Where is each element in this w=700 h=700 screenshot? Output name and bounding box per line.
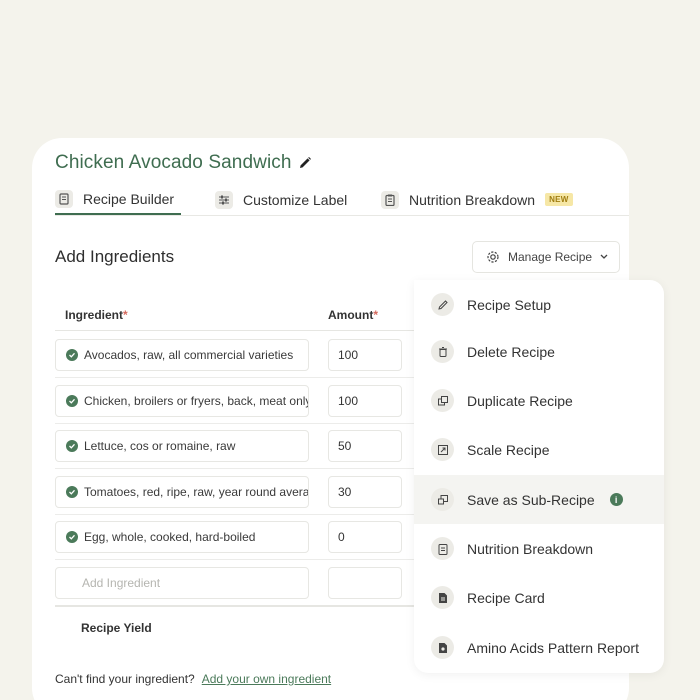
table-header: Ingredient* Amount* <box>55 301 435 331</box>
duplicate-icon <box>431 389 454 412</box>
clipboard-icon <box>381 190 399 209</box>
tab-label: Customize Label <box>243 191 348 208</box>
clipboard-icon <box>431 537 454 560</box>
trash-icon <box>431 340 454 363</box>
ingredient-field[interactable]: Lettuce, cos or romaine, raw <box>55 430 309 462</box>
recipe-title: Chicken Avocado Sandwich <box>55 152 292 173</box>
title-row: Chicken Avocado Sandwich <box>55 152 312 174</box>
check-circle-icon <box>66 531 78 543</box>
recipe-yield-label: Recipe Yield <box>81 621 152 635</box>
menu-item-duplicate-recipe[interactable]: Duplicate Recipe <box>414 376 664 425</box>
amount-field[interactable]: 100 <box>328 385 402 417</box>
scale-icon <box>431 438 454 461</box>
footer-help: Can't find your ingredient? Add your own … <box>55 672 331 686</box>
row-divider <box>55 423 415 424</box>
menu-item-scale-recipe[interactable]: Scale Recipe <box>414 425 664 474</box>
amount-field[interactable]: 0 <box>328 521 402 553</box>
manage-recipe-label: Manage Recipe <box>508 250 593 264</box>
section-title: Add Ingredients <box>55 247 175 266</box>
row-divider <box>55 377 415 378</box>
new-badge: NEW <box>545 193 573 206</box>
add-ingredient-input[interactable]: Add Ingredient <box>55 567 309 599</box>
check-circle-icon <box>66 395 78 407</box>
add-own-ingredient-link[interactable]: Add your own ingredient <box>202 672 331 686</box>
chevron-down-icon <box>600 254 608 260</box>
amount-field[interactable]: 50 <box>328 430 402 462</box>
menu-item-amino-acids-report[interactable]: Amino Acids Pattern Report <box>414 623 664 672</box>
ingredient-field[interactable]: Avocados, raw, all commercial varieties <box>55 339 309 371</box>
recipe-book-icon <box>55 189 73 208</box>
row-divider <box>55 514 415 515</box>
gear-icon <box>486 250 500 264</box>
tab-nutrition-breakdown[interactable]: Nutrition Breakdown NEW <box>381 184 573 215</box>
check-circle-icon <box>66 486 78 498</box>
info-icon[interactable]: i <box>609 493 623 506</box>
row-divider <box>55 468 415 469</box>
footer-prompt: Can't find your ingredient? <box>55 672 195 686</box>
sliders-icon <box>215 190 233 209</box>
menu-item-recipe-setup[interactable]: Recipe Setup <box>414 280 664 329</box>
pencil-icon <box>431 293 454 316</box>
sub-recipe-icon <box>431 488 454 511</box>
document-icon <box>431 586 454 609</box>
manage-recipe-menu: Recipe Setup Delete Recipe Duplicate Rec… <box>414 280 664 673</box>
amount-field[interactable]: 100 <box>328 339 402 371</box>
menu-item-save-sub-recipe[interactable]: Save as Sub-Recipe i <box>414 475 664 524</box>
tab-label: Nutrition Breakdown <box>409 191 536 208</box>
check-circle-icon <box>66 349 78 361</box>
ingredient-header: Ingredient* <box>65 308 128 322</box>
ingredient-field[interactable]: Chicken, broilers or fryers, back, meat … <box>55 385 309 417</box>
yield-divider <box>55 605 415 607</box>
menu-item-nutrition-breakdown[interactable]: Nutrition Breakdown <box>414 524 664 573</box>
add-amount-input[interactable] <box>328 567 402 599</box>
check-circle-icon <box>66 440 78 452</box>
amount-header: Amount* <box>328 308 378 322</box>
tab-recipe-builder[interactable]: Recipe Builder <box>55 184 181 215</box>
edit-title-icon[interactable] <box>298 156 312 170</box>
tab-bar: Recipe Builder Customize Label Nutrition… <box>55 184 629 216</box>
manage-recipe-button[interactable]: Manage Recipe <box>472 241 620 273</box>
row-divider <box>55 559 415 560</box>
report-icon <box>431 636 454 659</box>
menu-item-delete-recipe[interactable]: Delete Recipe <box>414 327 664 376</box>
ingredient-field[interactable]: Tomatoes, red, ripe, raw, year round ave… <box>55 476 309 508</box>
menu-item-recipe-card[interactable]: Recipe Card <box>414 573 664 622</box>
amount-field[interactable]: 30 <box>328 476 402 508</box>
tab-customize-label[interactable]: Customize Label <box>215 184 347 215</box>
ingredient-field[interactable]: Egg, whole, cooked, hard-boiled <box>55 521 309 553</box>
tab-label: Recipe Builder <box>83 190 175 207</box>
